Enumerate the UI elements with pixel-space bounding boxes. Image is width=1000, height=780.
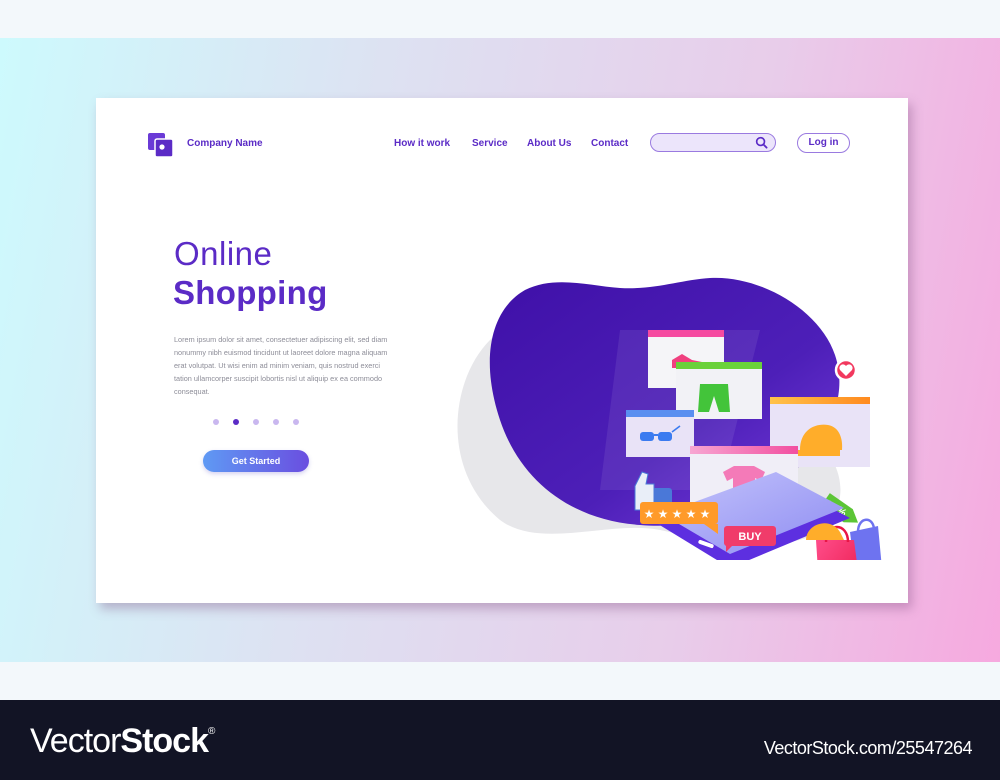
carousel-dots [213, 419, 299, 425]
star-icon: ★ [700, 507, 711, 521]
carousel-dot[interactable] [293, 419, 299, 425]
image-id: VectorStock.com/25547264 [763, 738, 973, 758]
carousel-dot[interactable] [213, 419, 219, 425]
search-box[interactable] [650, 133, 776, 152]
shopping-bags [806, 518, 882, 560]
buy-label: BUY [738, 531, 762, 543]
product-card-sunglasses [626, 410, 694, 457]
nav-how-it-work[interactable]: How it work [394, 138, 450, 149]
search-input[interactable] [659, 136, 759, 152]
get-started-button[interactable]: Get Started [203, 450, 309, 472]
carousel-dot[interactable] [233, 419, 239, 425]
nav-about-us[interactable]: About Us [527, 138, 571, 149]
search-icon[interactable] [755, 136, 768, 149]
landing-page-card: Company Name How it work Service About U… [96, 98, 908, 603]
star-icon: ★ [672, 507, 683, 521]
logo-light-text: Vector [30, 722, 121, 760]
company-logo-icon [148, 133, 174, 157]
hero-title-light: Online [174, 235, 273, 272]
star-icon: ★ [686, 507, 697, 521]
star-icon: ★ [658, 507, 669, 521]
nav-contact[interactable]: Contact [591, 138, 628, 149]
hero-title-bold: Shopping [173, 274, 328, 311]
carousel-dot[interactable] [273, 419, 279, 425]
rating-stars: ★ ★ ★ ★ ★ [644, 507, 711, 521]
watermark-footer: VectorStock® VectorStock.com/25547264 [0, 700, 1000, 780]
carousel-dot[interactable] [253, 419, 259, 425]
logo-bold-text: Stock [120, 722, 209, 760]
company-name: Company Name [187, 138, 263, 149]
online-shopping-illustration: % ★ ★ ★ ★ ★ BUY [457, 277, 882, 560]
registered-mark: ® [207, 726, 215, 737]
login-button[interactable]: Log in [797, 133, 850, 153]
page: Company Name How it work Service About U… [0, 0, 1000, 780]
star-icon: ★ [644, 507, 655, 521]
heart-badge [834, 358, 858, 382]
nav-service[interactable]: Service [472, 138, 508, 149]
vectorstock-logo: VectorStock® [30, 722, 215, 761]
hero-description: Lorem ipsum dolor sit amet, consectetuer… [174, 335, 388, 396]
